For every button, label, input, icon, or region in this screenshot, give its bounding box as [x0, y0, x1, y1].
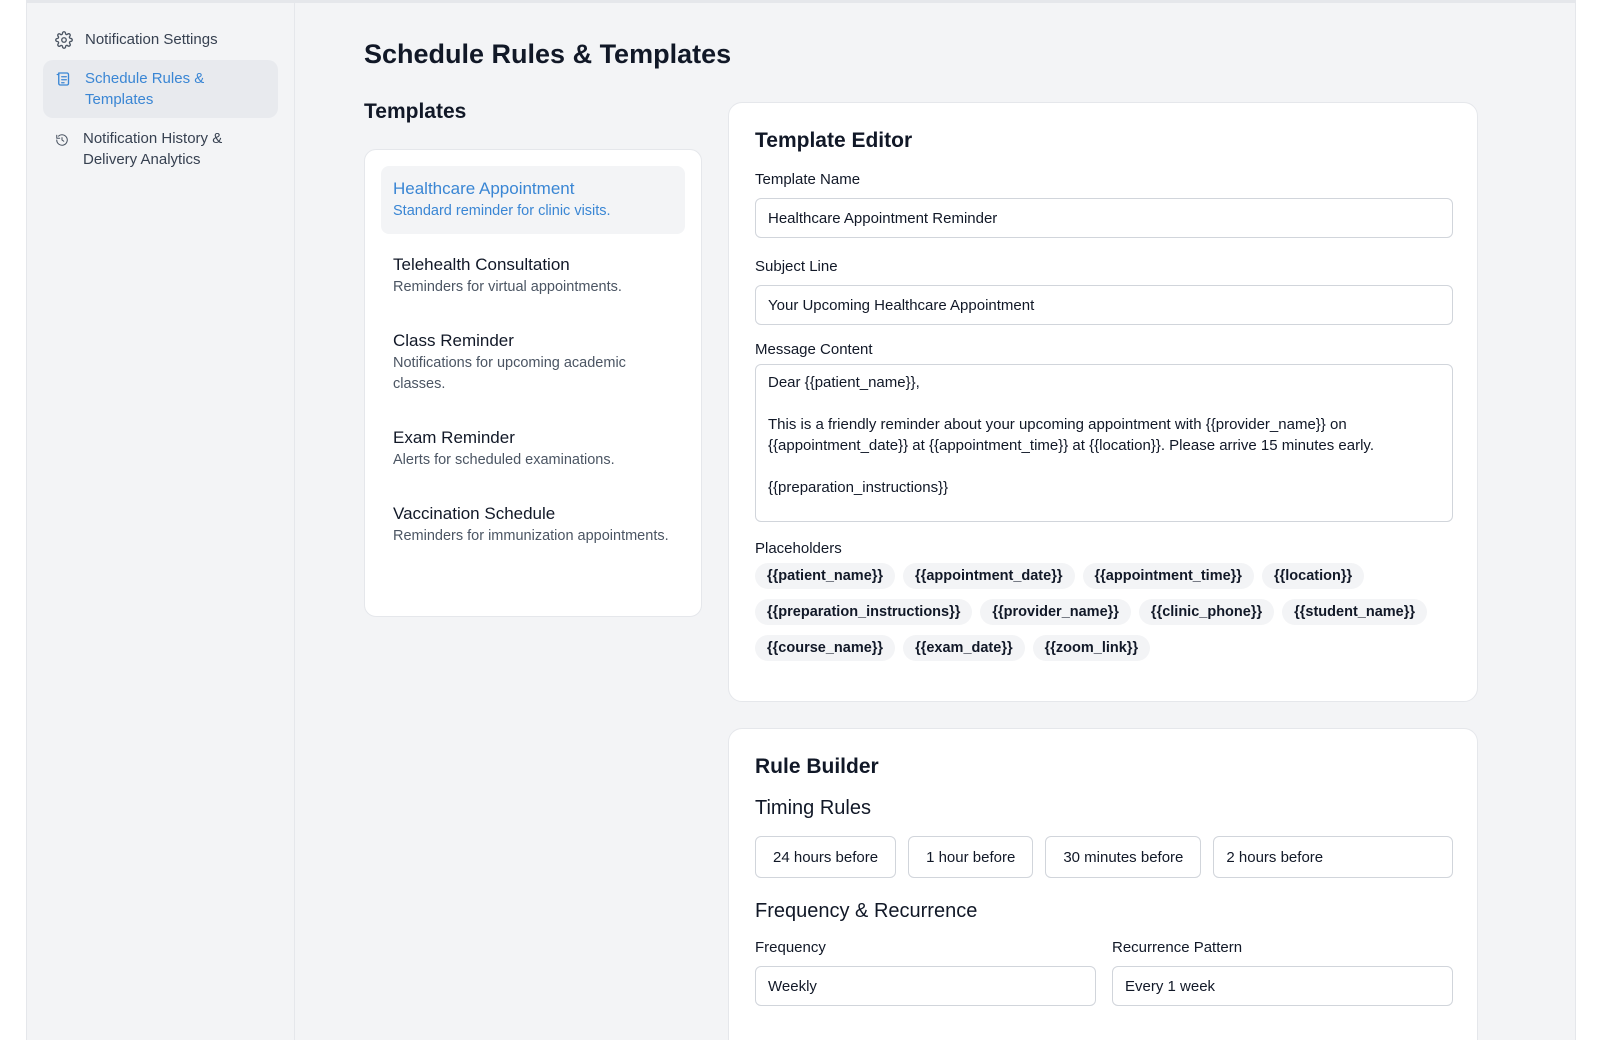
subject-line-label: Subject Line: [755, 258, 838, 275]
placeholder-chip[interactable]: {{appointment_time}}: [1082, 563, 1254, 589]
template-item-healthcare-appointment[interactable]: Healthcare Appointment Standard reminder…: [381, 166, 685, 234]
template-description: Alerts for scheduled examinations.: [393, 452, 615, 468]
recurrence-pattern-input[interactable]: [1112, 966, 1453, 1006]
template-editor-card: Template Editor Template Name Subject Li…: [728, 102, 1478, 702]
timing-rules-row: 24 hours before 1 hour before 30 minutes…: [755, 836, 1453, 878]
timing-option-24-hours-button[interactable]: 24 hours before: [755, 836, 897, 878]
placeholder-chip[interactable]: {{exam_date}}: [903, 635, 1025, 661]
template-item-telehealth-consultation[interactable]: Telehealth Consultation Reminders for vi…: [381, 242, 685, 310]
page-title: Schedule Rules & Templates: [364, 39, 732, 69]
recurrence-pattern-column: Recurrence Pattern: [1112, 939, 1453, 1026]
gear-icon: [55, 31, 73, 49]
template-description: Standard reminder for clinic visits.: [393, 203, 611, 219]
timing-option-1-hour-button[interactable]: 1 hour before: [908, 836, 1034, 878]
message-content-label: Message Content: [755, 341, 873, 358]
placeholder-chip[interactable]: {{preparation_instructions}}: [755, 599, 973, 625]
placeholders-label: Placeholders: [755, 540, 842, 557]
placeholder-chip[interactable]: {{zoom_link}}: [1032, 635, 1151, 661]
sidebar-item-notification-history[interactable]: Notification History & Delivery Analytic…: [43, 120, 278, 178]
sidebar-item-label: Notification History & Delivery Analytic…: [83, 130, 223, 168]
template-description: Reminders for virtual appointments.: [393, 279, 622, 295]
templates-section-title: Templates: [364, 100, 467, 123]
subject-line-input[interactable]: [755, 285, 1453, 325]
document-icon: [56, 72, 70, 86]
sidebar-item-label: Notification Settings: [85, 31, 218, 48]
frequency-column: Frequency: [755, 939, 1096, 1026]
template-name: Telehealth Consultation: [393, 255, 570, 274]
message-content-textarea[interactable]: Dear {{patient_name}}, This is a friendl…: [755, 364, 1453, 522]
template-name: Healthcare Appointment: [393, 179, 575, 198]
placeholder-chip[interactable]: {{location}}: [1261, 563, 1365, 589]
sidebar: Notification Settings Schedule Rules & T…: [27, 3, 295, 1040]
history-icon: [56, 134, 68, 146]
recurrence-pattern-label: Recurrence Pattern: [1112, 939, 1243, 956]
sidebar-item-label: Schedule Rules & Templates: [85, 70, 205, 108]
template-name: Class Reminder: [393, 331, 514, 350]
app-frame: Notification Settings Schedule Rules & T…: [26, 0, 1576, 1040]
placeholder-chip[interactable]: {{clinic_phone}}: [1138, 599, 1275, 625]
timing-option-30-minutes-button[interactable]: 30 minutes before: [1045, 836, 1202, 878]
sidebar-item-notification-settings[interactable]: Notification Settings: [43, 21, 278, 58]
template-name-input[interactable]: [755, 198, 1453, 238]
template-item-vaccination-schedule[interactable]: Vaccination Schedule Reminders for immun…: [381, 491, 685, 559]
template-item-exam-reminder[interactable]: Exam Reminder Alerts for scheduled exami…: [381, 415, 685, 483]
placeholder-chip[interactable]: {{student_name}}: [1282, 599, 1427, 625]
frequency-input[interactable]: [755, 966, 1096, 1006]
template-description: Notifications for upcoming academic clas…: [393, 355, 626, 392]
template-editor-title: Template Editor: [755, 129, 913, 152]
sidebar-item-schedule-rules[interactable]: Schedule Rules & Templates: [43, 60, 278, 118]
template-item-class-reminder[interactable]: Class Reminder Notifications for upcomin…: [381, 318, 685, 407]
placeholder-chip[interactable]: {{patient_name}}: [755, 563, 896, 589]
rule-builder-title: Rule Builder: [755, 755, 879, 778]
frequency-recurrence-row: Frequency Recurrence Pattern: [755, 939, 1453, 1026]
template-name-label: Template Name: [755, 171, 861, 188]
placeholder-chip-list: {{patient_name}} {{appointment_date}} {{…: [755, 563, 1453, 671]
placeholder-chip[interactable]: {{appointment_date}}: [903, 563, 1075, 589]
custom-timing-input[interactable]: [1213, 836, 1453, 878]
template-name: Vaccination Schedule: [393, 504, 556, 523]
main-content: Schedule Rules & Templates Templates Hea…: [296, 3, 1575, 1040]
frequency-label: Frequency: [755, 939, 826, 956]
placeholder-chip[interactable]: {{course_name}}: [755, 635, 896, 661]
rule-builder-card: Rule Builder Timing Rules 24 hours befor…: [728, 728, 1478, 1040]
template-description: Reminders for immunization appointments.: [393, 528, 669, 544]
placeholder-chip[interactable]: {{provider_name}}: [980, 599, 1131, 625]
template-name: Exam Reminder: [393, 428, 515, 447]
template-list: Healthcare Appointment Standard reminder…: [364, 149, 702, 617]
timing-rules-title: Timing Rules: [755, 797, 871, 819]
frequency-recurrence-title: Frequency & Recurrence: [755, 900, 978, 922]
